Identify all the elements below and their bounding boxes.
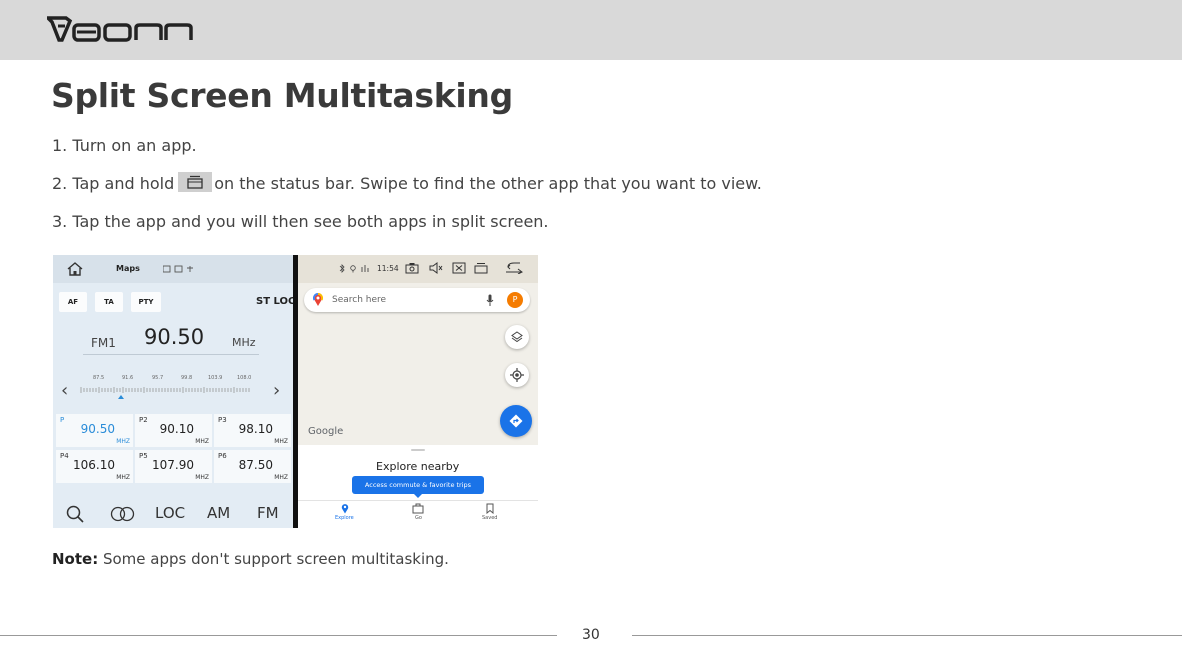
ta-chip[interactable]: TA [95, 292, 123, 312]
footer-rule-right [632, 635, 1182, 636]
header-band [0, 0, 1182, 60]
nav-saved[interactable]: Saved [482, 515, 497, 521]
my-location-icon [510, 368, 524, 382]
layers-button[interactable] [505, 325, 529, 349]
explore-heading: Explore nearby [376, 460, 460, 473]
scale-label: 99.8 [181, 375, 193, 381]
step-2-after: on the status bar. Swipe to find the oth… [214, 174, 762, 193]
loc-button[interactable]: LOC [155, 504, 185, 522]
recent-apps-icon [178, 172, 213, 192]
split-screen-screenshot: Maps AF TA PTY ST LOC FM1 90.50 MHz ‹ › … [53, 255, 538, 528]
directions-button[interactable] [500, 405, 532, 437]
note-label: Note: [52, 550, 99, 568]
preset-button[interactable]: P6 87.50 MHZ [214, 450, 291, 483]
search-placeholder: Search here [332, 295, 387, 305]
saved-icon[interactable] [486, 503, 494, 514]
nav-explore[interactable]: Explore [335, 515, 354, 521]
scale-label: 108.0 [237, 375, 252, 381]
preset-button[interactable]: P2 90.10 MHZ [135, 414, 212, 447]
scale-label: 103.9 [208, 375, 223, 381]
my-location-button[interactable] [505, 363, 529, 387]
tooltip-pointer [414, 494, 422, 498]
fm-button[interactable]: FM [257, 504, 279, 522]
nav-divider [298, 500, 538, 501]
scale-label: 91.6 [122, 375, 134, 381]
scale-label: 95.7 [152, 375, 164, 381]
directions-icon [509, 414, 523, 428]
unit-label: MHz [232, 336, 256, 349]
st-loc-label: ST LOC [256, 296, 296, 307]
home-icon[interactable] [67, 262, 83, 276]
step-2: 2. Tap and hold on the status bar. Swipe … [52, 172, 762, 193]
recent-apps-icon[interactable] [474, 262, 488, 274]
scale-prev-arrow[interactable]: ‹ [61, 380, 68, 401]
app-title: Maps [116, 264, 140, 273]
clock: 11:54 [377, 264, 399, 273]
freq-underline [83, 354, 259, 355]
frequency-display: 90.50 [144, 325, 205, 349]
status-bar: 11:54 [298, 255, 538, 283]
tuning-scale[interactable] [79, 382, 257, 400]
af-chip[interactable]: AF [59, 292, 87, 312]
explore-icon[interactable] [341, 503, 349, 514]
page-title: Split Screen Multitasking [51, 76, 513, 115]
preset-button[interactable]: P 90.50 MHZ [56, 414, 133, 447]
note: Note: Some apps don't support screen mul… [52, 550, 449, 568]
microphone-icon[interactable] [486, 294, 494, 307]
stereo-icon[interactable] [109, 506, 137, 522]
maps-search-box[interactable]: Search here P [304, 288, 530, 312]
sheet-handle[interactable] [411, 449, 425, 451]
nav-go[interactable]: Go [415, 515, 422, 521]
layers-icon [511, 331, 523, 343]
footer-rule-left [0, 635, 557, 636]
page-number: 30 [582, 627, 600, 643]
step-1: 1. Turn on an app. [52, 136, 197, 155]
preset-button[interactable]: P4 106.10 MHZ [56, 450, 133, 483]
explore-sheet: Explore nearby Access commute & favorite… [298, 445, 538, 528]
pty-chip[interactable]: PTY [131, 292, 161, 312]
scale-next-arrow[interactable]: › [273, 380, 280, 401]
step-2-before: 2. Tap and hold [52, 174, 175, 193]
preset-button[interactable]: P5 107.90 MHZ [135, 450, 212, 483]
mute-icon[interactable] [429, 262, 443, 274]
back-icon[interactable] [505, 262, 523, 274]
note-text: Some apps don't support screen multitask… [102, 550, 449, 568]
radio-top-bar: Maps [53, 255, 293, 283]
am-button[interactable]: AM [207, 504, 230, 522]
status-icons [163, 265, 193, 273]
commute-tooltip: Access commute & favorite trips [352, 476, 484, 494]
status-indicator-icons [339, 264, 369, 273]
camera-icon[interactable] [405, 262, 419, 274]
radio-app: Maps AF TA PTY ST LOC FM1 90.50 MHz ‹ › … [53, 255, 296, 528]
radio-bottom-bar: LOC AM FM [53, 498, 293, 528]
go-icon[interactable] [412, 503, 424, 514]
band-label: FM1 [91, 336, 116, 350]
eonon-logo [47, 16, 193, 42]
maps-pin-icon [313, 293, 323, 306]
search-icon[interactable] [66, 505, 84, 523]
avatar[interactable]: P [507, 292, 523, 308]
google-logo: Google [308, 426, 344, 437]
step-3: 3. Tap the app and you will then see bot… [52, 212, 549, 231]
close-window-icon[interactable] [452, 262, 466, 274]
scale-label: 87.5 [93, 375, 105, 381]
preset-button[interactable]: P3 98.10 MHZ [214, 414, 291, 447]
maps-app: 11:54 Search here P Google Explore nearb… [298, 255, 538, 528]
